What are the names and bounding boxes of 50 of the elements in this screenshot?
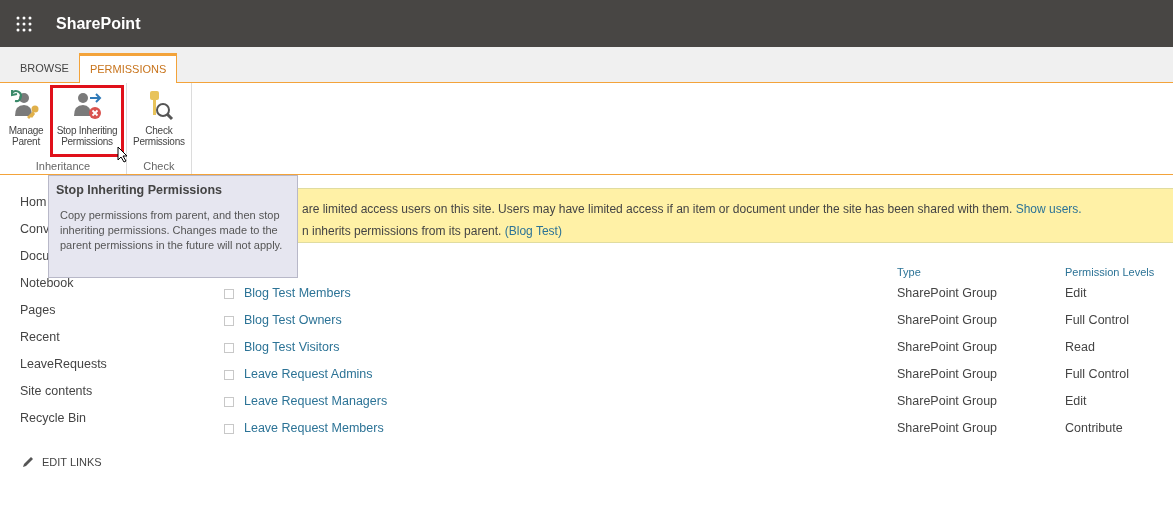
ribbon-button[interactable]: Check Permissions bbox=[129, 85, 189, 157]
column-header[interactable]: Type bbox=[897, 264, 1065, 280]
row-checkbox[interactable] bbox=[224, 342, 234, 353]
ribbon-tab[interactable]: BROWSE bbox=[10, 54, 79, 82]
nav-link[interactable]: Recent bbox=[20, 328, 222, 355]
ribbon-button[interactable]: Stop Inheriting Permissions bbox=[50, 85, 124, 157]
ribbon-group-label: Check bbox=[143, 159, 175, 174]
table-cell-text: Edit bbox=[1065, 393, 1087, 411]
table-cell-text: Full Control bbox=[1065, 312, 1129, 330]
table-cell-text: SharePoint Group bbox=[897, 420, 999, 438]
row-checkbox[interactable] bbox=[224, 423, 234, 434]
table-cell-text: Contribute bbox=[1065, 420, 1123, 438]
table-cell-text: SharePoint Group bbox=[897, 366, 999, 384]
group-link[interactable]: Leave Request Managers bbox=[244, 392, 897, 411]
row-checkbox[interactable] bbox=[224, 288, 234, 299]
app-launcher-icon[interactable] bbox=[16, 15, 32, 32]
row-checkbox[interactable] bbox=[224, 369, 234, 380]
app-title[interactable]: SharePoint bbox=[56, 11, 141, 36]
group-link[interactable]: Leave Request Members bbox=[244, 419, 897, 438]
table-cell-text: SharePoint Group bbox=[897, 393, 999, 411]
banner-link[interactable]: Show users. bbox=[1015, 202, 1082, 216]
column-header[interactable]: Permission Levels bbox=[1065, 264, 1155, 280]
row-checkbox[interactable] bbox=[224, 315, 234, 326]
nav-link[interactable]: LeaveRequests bbox=[20, 355, 222, 382]
banner-link[interactable]: (Blog Test) bbox=[504, 224, 562, 238]
nav-link[interactable]: Pages bbox=[20, 301, 222, 328]
nav-link[interactable]: Notebook bbox=[20, 274, 222, 301]
table-cell-text: SharePoint Group bbox=[897, 285, 999, 303]
tooltip-text: Copy permissions from parent, and then stop inheriting permissions. Changes made to the parent permissions in the future will not apply. bbox=[60, 207, 284, 253]
group-link[interactable]: Blog Test Owners bbox=[244, 311, 897, 330]
nav-link[interactable]: Recycle Bin bbox=[20, 409, 222, 436]
edit-links-link[interactable]: EDIT LINKS bbox=[42, 454, 102, 471]
pencil-icon bbox=[22, 456, 34, 469]
group-link[interactable]: Blog Test Members bbox=[244, 284, 897, 303]
nav-link[interactable]: Site contents bbox=[20, 382, 222, 409]
mouse-cursor-icon bbox=[117, 146, 129, 163]
table-cell-text: Read bbox=[1065, 339, 1095, 357]
banner-line: are limited access users on this site. Users may have limited access if an item or document under the site has been shared with them. Show users. bbox=[302, 201, 1083, 218]
group-link[interactable]: Leave Request Admins bbox=[244, 365, 897, 384]
table-cell-text: SharePoint Group bbox=[897, 339, 999, 357]
row-checkbox[interactable] bbox=[224, 396, 234, 407]
table-cell-text: SharePoint Group bbox=[897, 312, 999, 330]
table-cell-text: Full Control bbox=[1065, 366, 1129, 384]
ribbon-button[interactable]: Manage Parent bbox=[2, 85, 50, 157]
tooltip-title: Stop Inheriting Permissions bbox=[56, 182, 223, 199]
ribbon-tab[interactable]: PERMISSIONS bbox=[78, 53, 178, 83]
table-cell-text: Edit bbox=[1065, 285, 1087, 303]
ribbon-group-label: Inheritance bbox=[35, 159, 91, 174]
banner-line: n inherits permissions from its parent. (Blog Test) bbox=[302, 223, 563, 240]
group-link[interactable]: Blog Test Visitors bbox=[244, 338, 897, 357]
